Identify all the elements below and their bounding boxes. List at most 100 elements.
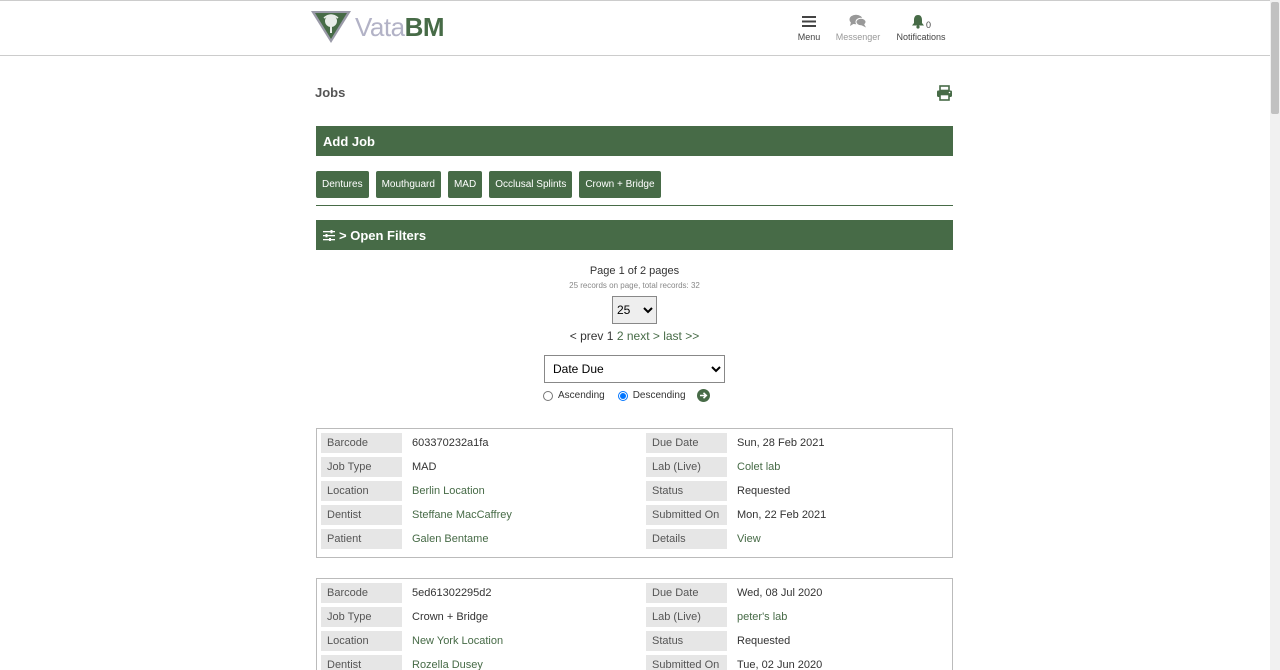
due-date-value: Wed, 08 Jul 2020 [737,587,823,599]
field-label: Barcode [321,433,402,453]
pagination-links: < prev 1 2 next > last >> [316,329,953,343]
logo-text-vata: Vata [355,11,405,42]
submitted-value: Tue, 02 Jun 2020 [737,659,823,670]
per-page-select[interactable]: 25 [612,296,657,324]
descending-label: Descending [632,390,686,401]
pagination-title: Page 1 of 2 pages [589,265,680,277]
job-type-row: Job Type Crown + Bridge [321,607,488,627]
hamburger-menu-icon [794,12,824,30]
job-dentist-row: Dentist Rozella Dusey [321,655,483,670]
sliders-icon [323,229,335,241]
chat-bubbles-icon [833,12,883,30]
job-location-row: Location Berlin Location [321,481,485,501]
add-dentures-button[interactable]: Dentures [316,171,369,198]
sort-by-select[interactable]: Date Due [544,355,725,383]
job-card: Barcode 5ed61302295d2 Job Type Crown + B… [316,578,953,670]
open-filters-label: > Open Filters [339,227,427,243]
field-label: Location [321,481,402,501]
arrow-right-circle-icon[interactable] [696,389,710,402]
job-lab-row: Lab (Live) peter's lab [646,607,787,627]
job-type-value: MAD [412,461,437,473]
scrollbar-thumb[interactable] [1271,2,1279,114]
field-label: Details [646,529,727,549]
job-details-row: Details View [646,529,761,549]
field-label: Patient [321,529,402,549]
job-due-date-row: Due Date Sun, 28 Feb 2021 [646,433,824,453]
job-due-date-row: Due Date Wed, 08 Jul 2020 [646,583,822,603]
add-mad-button[interactable]: MAD [447,171,483,198]
job-type-value: Crown + Bridge [412,611,489,623]
add-occlusal-splints-button[interactable]: Occlusal Splints [489,171,573,198]
notification-count: 0 [925,20,931,30]
submitted-value: Mon, 22 Feb 2021 [737,509,827,521]
field-label: Due Date [646,433,727,453]
nav-notifications[interactable]: 0 Notifications [893,12,949,42]
due-date-value: Sun, 28 Feb 2021 [737,437,825,449]
job-submitted-row: Submitted On Tue, 02 Jun 2020 [646,655,822,670]
job-patient-row: Patient Galen Bentame [321,529,488,549]
add-job-header: Add Job [316,126,953,156]
job-type-buttons: Dentures Mouthguard MAD Occlusal Splints… [316,171,661,198]
lab-link[interactable]: Colet lab [727,461,780,473]
job-lab-row: Lab (Live) Colet lab [646,457,780,477]
print-icon[interactable] [936,85,953,101]
nav-messenger-label: Messenger [835,32,881,42]
nav-notifications-label: Notifications [896,32,946,42]
field-label: Location [321,631,402,651]
job-dentist-row: Dentist Steffane MacCaffrey [321,505,512,525]
patient-link[interactable]: Galen Bentame [402,533,488,545]
job-status-row: Status Requested [646,631,790,651]
job-location-row: Location New York Location [321,631,503,651]
logo-wordmark: VataBM [355,11,445,43]
dentist-link[interactable]: Steffane MacCaffrey [402,509,512,521]
sort-order: Ascending Descending [543,389,710,402]
field-label: Submitted On [646,505,727,525]
job-barcode-row: Barcode 5ed61302295d2 [321,583,492,603]
view-details-link[interactable]: View [727,533,761,545]
field-label: Barcode [321,583,402,603]
job-card: Barcode 603370232a1fa Job Type MAD Locat… [316,428,953,558]
field-label: Lab (Live) [646,457,727,477]
page-2-link[interactable]: 2 [617,329,624,343]
field-label: Job Type [321,607,402,627]
add-job-heading: Add Job [323,133,375,149]
field-label: Lab (Live) [646,607,727,627]
ascending-radio[interactable] [543,390,553,401]
job-status-row: Status Requested [646,481,790,501]
pagination-records-info: 25 records on page, total records: 32 [569,281,700,290]
tree-logo-icon [311,11,351,43]
status-value: Requested [737,635,791,647]
location-link[interactable]: Berlin Location [402,485,485,497]
page-title: Jobs [315,85,346,100]
add-crown-bridge-button[interactable]: Crown + Bridge [579,171,661,198]
next-page-link[interactable]: next > [627,329,660,343]
add-mouthguard-button[interactable]: Mouthguard [375,171,441,198]
field-label: Dentist [321,655,402,670]
nav-messenger[interactable]: Messenger [833,12,883,42]
barcode-value: 5ed61302295d2 [412,587,492,599]
status-value: Requested [737,485,791,497]
prev-page-link[interactable]: < prev [570,329,604,343]
top-navigation-bar: VataBM Menu Messenger 0 Notifications [0,0,1270,56]
logo-text-bm: BM [404,11,445,42]
location-link[interactable]: New York Location [402,635,503,647]
job-submitted-row: Submitted On Mon, 22 Feb 2021 [646,505,826,525]
job-type-row: Job Type MAD [321,457,436,477]
lab-link[interactable]: peter's lab [727,611,787,623]
ascending-label: Ascending [558,390,605,401]
job-barcode-row: Barcode 603370232a1fa [321,433,488,453]
divider [316,205,953,206]
current-page: 1 [606,329,614,343]
vatabm-logo[interactable]: VataBM [310,10,445,44]
field-label: Due Date [646,583,727,603]
open-filters-toggle[interactable]: > Open Filters [316,220,953,250]
last-page-link[interactable]: last >> [663,329,699,343]
field-label: Status [646,631,727,651]
bell-icon [911,14,924,29]
nav-menu[interactable]: Menu [794,12,824,42]
nav-menu-label: Menu [797,32,821,42]
descending-radio[interactable] [617,390,628,401]
dentist-link[interactable]: Rozella Dusey [402,659,483,670]
page-scrollbar[interactable] [1270,0,1280,670]
field-label: Status [646,481,727,501]
